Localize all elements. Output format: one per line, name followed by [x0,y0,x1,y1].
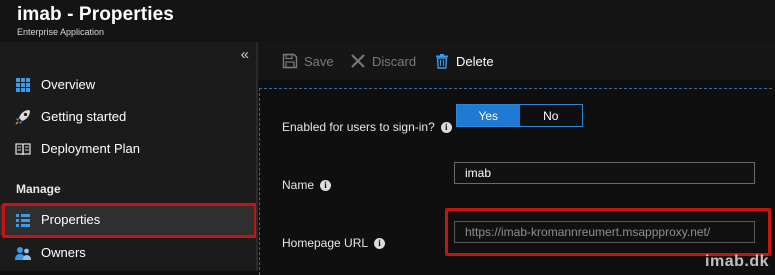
name-field[interactable]: imab [454,162,755,184]
enabled-toggle[interactable]: Yes No [456,104,583,127]
info-icon[interactable]: i [320,179,332,191]
grid-icon [16,78,30,92]
homepage-label: Homepage URL i [282,236,386,250]
info-icon[interactable]: i [440,121,452,133]
sidebar-item-overview[interactable]: Overview [0,70,256,100]
enabled-label: Enabled for users to sign-in? i [282,120,452,134]
info-icon[interactable]: i [374,237,386,249]
sidebar-item-deployment-plan[interactable]: Deployment Plan [0,134,256,164]
delete-label: Delete [456,53,494,69]
sidebar-item-label: Getting started [41,109,127,124]
discard-button[interactable]: Discard [350,42,416,80]
sidebar-item-label: Overview [41,77,96,92]
close-icon [351,54,365,68]
sidebar-item-getting-started[interactable]: Getting started [0,102,256,132]
properties-highlight-box [2,203,257,238]
delete-button[interactable]: Delete [434,42,494,80]
toggle-yes[interactable]: Yes [457,105,520,126]
homepage-label-text: Homepage URL [282,236,369,250]
discard-label: Discard [372,53,417,69]
enabled-label-text: Enabled for users to sign-in? [282,120,435,134]
toggle-no[interactable]: No [520,105,583,126]
save-label: Save [304,53,334,69]
page-subtitle: Enterprise Application [17,27,105,37]
command-bar: Save Discard Delete [258,42,775,81]
owners-icon [15,247,31,260]
save-icon [282,53,298,69]
sidebar-item-owners[interactable]: Owners [0,238,256,268]
sidebar-item-label: Deployment Plan [41,141,140,156]
sidebar-item-label: Owners [41,245,86,260]
name-label: Name i [282,178,332,192]
rocket-icon [15,110,30,125]
homepage-highlight-box [445,208,771,256]
blade-header: imab - Properties Enterprise Application [0,0,775,42]
page-title: imab - Properties [17,4,174,25]
watermark: imab.dk [705,253,769,270]
save-button[interactable]: Save [282,42,334,80]
book-icon [15,143,31,156]
collapse-sidebar-icon[interactable]: « [241,47,249,63]
name-label-text: Name [282,178,315,192]
section-header-manage: Manage [16,182,61,196]
trash-icon [436,54,448,69]
